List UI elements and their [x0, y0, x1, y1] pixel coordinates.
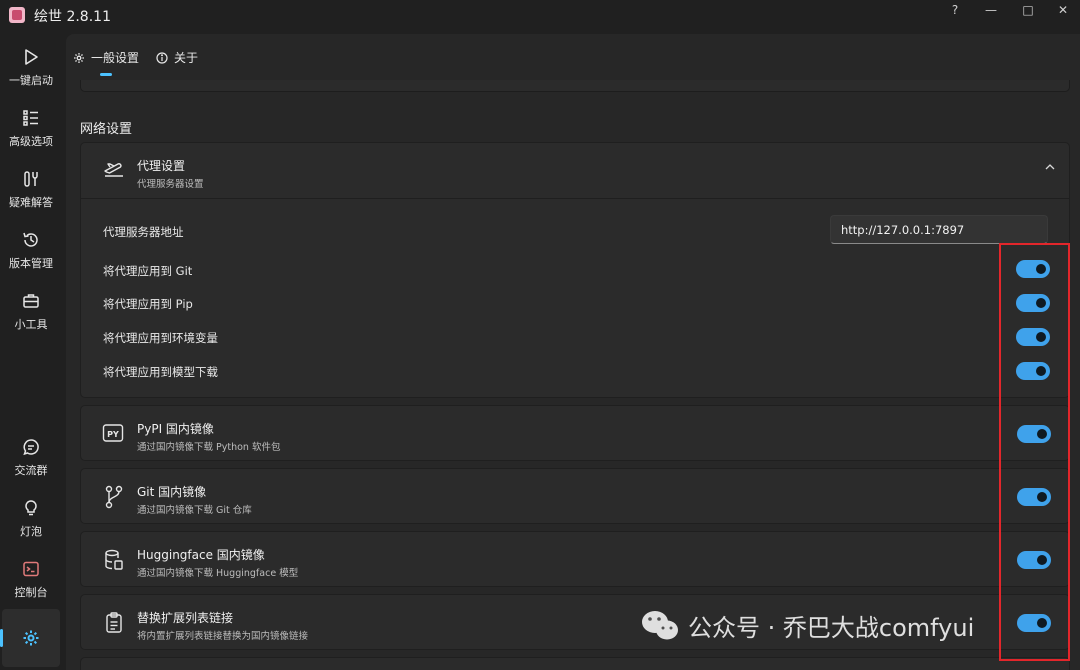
maximize-button[interactable]: □ [1011, 0, 1045, 20]
sidebar-item-versions[interactable]: 版本管理 [2, 221, 60, 277]
tab-about[interactable]: 关于 [156, 49, 198, 66]
proxy-model-label: 将代理应用到模型下载 [103, 365, 218, 379]
tab-active-indicator [100, 73, 112, 76]
sidebar-item-tools[interactable]: 小工具 [2, 282, 60, 338]
sidebar-item-label: 高级选项 [9, 135, 53, 148]
airplane-icon [104, 163, 123, 177]
previous-card-edge [80, 80, 1070, 92]
huggingface-mirror-card: Huggingface 国内镜像 通过国内镜像下载 Huggingface 模型 [80, 531, 1070, 587]
lightbulb-icon [25, 500, 37, 516]
watermark: 公众号 · 乔巴大战comfyui [640, 608, 974, 643]
sidebar-item-console[interactable]: 控制台 [2, 550, 60, 606]
proxy-git-label: 将代理应用到 Git [103, 264, 193, 278]
proxy-title: 代理设置 [137, 159, 186, 173]
history-icon [23, 232, 38, 247]
git-branch-icon [105, 485, 123, 509]
watermark-text: 公众号 · 乔巴大战comfyui [688, 614, 975, 642]
title-bar: 绘世 2.8.11 ? — □ ✕ [0, 0, 1080, 32]
proxy-address-label: 代理服务器地址 [103, 225, 184, 239]
section-title: 网络设置 [80, 122, 133, 137]
sidebar-item-bulb[interactable]: 灯泡 [2, 489, 60, 545]
pypi-mirror-card: PY PyPI 国内镜像 通过国内镜像下载 Python 软件包 [80, 405, 1070, 461]
tab-label: 关于 [174, 51, 199, 65]
proxy-pip-label: 将代理应用到 Pip [103, 297, 193, 311]
sidebar-item-community[interactable]: 交流群 [2, 428, 60, 484]
database-icon [105, 549, 123, 570]
close-button[interactable]: ✕ [1046, 0, 1080, 20]
huggingface-subtitle: 通过国内镜像下载 Huggingface 模型 [137, 568, 299, 579]
huggingface-title: Huggingface 国内镜像 [137, 548, 265, 562]
proxy-env-label: 将代理应用到环境变量 [103, 331, 218, 345]
gear-icon [74, 52, 84, 63]
sidebar-item-label: 版本管理 [9, 257, 53, 270]
sidebar-item-label: 交流群 [14, 464, 48, 477]
git-mirror-title: Git 国内镜像 [137, 485, 207, 499]
main-panel: 一般设置 关于 网络设置 代理设置 代理服务器设置 代理服务器地址 将代理应用到… [66, 34, 1080, 670]
help-button[interactable]: ? [938, 0, 972, 20]
tab-label: 一般设置 [91, 51, 140, 65]
tab-general-settings[interactable]: 一般设置 [73, 49, 139, 66]
chat-icon [23, 439, 39, 456]
svg-text:PY: PY [107, 430, 119, 439]
proxy-address-input[interactable] [830, 215, 1048, 244]
proxy-settings-card: 代理设置 代理服务器设置 代理服务器地址 将代理应用到 Git 将代理应用到 P… [80, 142, 1070, 398]
tools-icon [24, 171, 38, 187]
extension-list-subtitle: 将内置扩展列表链接替换为国内镜像链接 [137, 631, 309, 642]
wechat-icon [642, 610, 678, 639]
proxy-subtitle: 代理服务器设置 [137, 179, 204, 190]
sidebar-item-settings[interactable] [2, 609, 60, 667]
sidebar: 一键启动 高级选项 疑难解答 版本管理 小工具 交流群 灯泡 控制台 [0, 32, 62, 670]
sidebar-item-label: 一键启动 [9, 74, 53, 87]
sidebar-item-launch[interactable]: 一键启动 [2, 38, 60, 94]
sidebar-item-troubleshoot[interactable]: 疑难解答 [2, 160, 60, 216]
pypi-title: PyPI 国内镜像 [137, 422, 214, 436]
clipboard-icon [106, 612, 122, 633]
sidebar-item-label: 小工具 [14, 318, 48, 331]
extension-list-title: 替换扩展列表链接 [137, 611, 234, 625]
app-logo-icon [9, 7, 25, 23]
active-indicator [0, 629, 3, 647]
next-card-edge [80, 657, 1070, 670]
minimize-button[interactable]: — [974, 0, 1008, 20]
sidebar-item-label: 灯泡 [20, 525, 42, 538]
sidebar-item-advanced[interactable]: 高级选项 [2, 99, 60, 155]
list-icon [23, 110, 38, 126]
git-mirror-subtitle: 通过国内镜像下载 Git 仓库 [137, 505, 252, 516]
divider [81, 198, 1069, 199]
console-icon [23, 561, 39, 577]
git-mirror-card: Git 国内镜像 通过国内镜像下载 Git 仓库 [80, 468, 1070, 524]
proxy-card-header[interactable]: 代理设置 代理服务器设置 [81, 143, 1069, 198]
pypi-subtitle: 通过国内镜像下载 Python 软件包 [137, 442, 281, 453]
sidebar-item-label: 疑难解答 [9, 196, 53, 209]
chevron-up-icon[interactable] [1045, 163, 1055, 171]
toolbox-icon [23, 294, 39, 308]
highlight-box [999, 243, 1070, 661]
play-icon [25, 49, 38, 65]
gear-icon [23, 630, 39, 646]
pypi-icon: PY [102, 424, 124, 442]
info-icon [156, 51, 168, 64]
tab-bar: 一般设置 关于 [66, 34, 1080, 80]
window-title: 绘世 2.8.11 [34, 9, 111, 25]
sidebar-item-label: 控制台 [14, 586, 48, 599]
